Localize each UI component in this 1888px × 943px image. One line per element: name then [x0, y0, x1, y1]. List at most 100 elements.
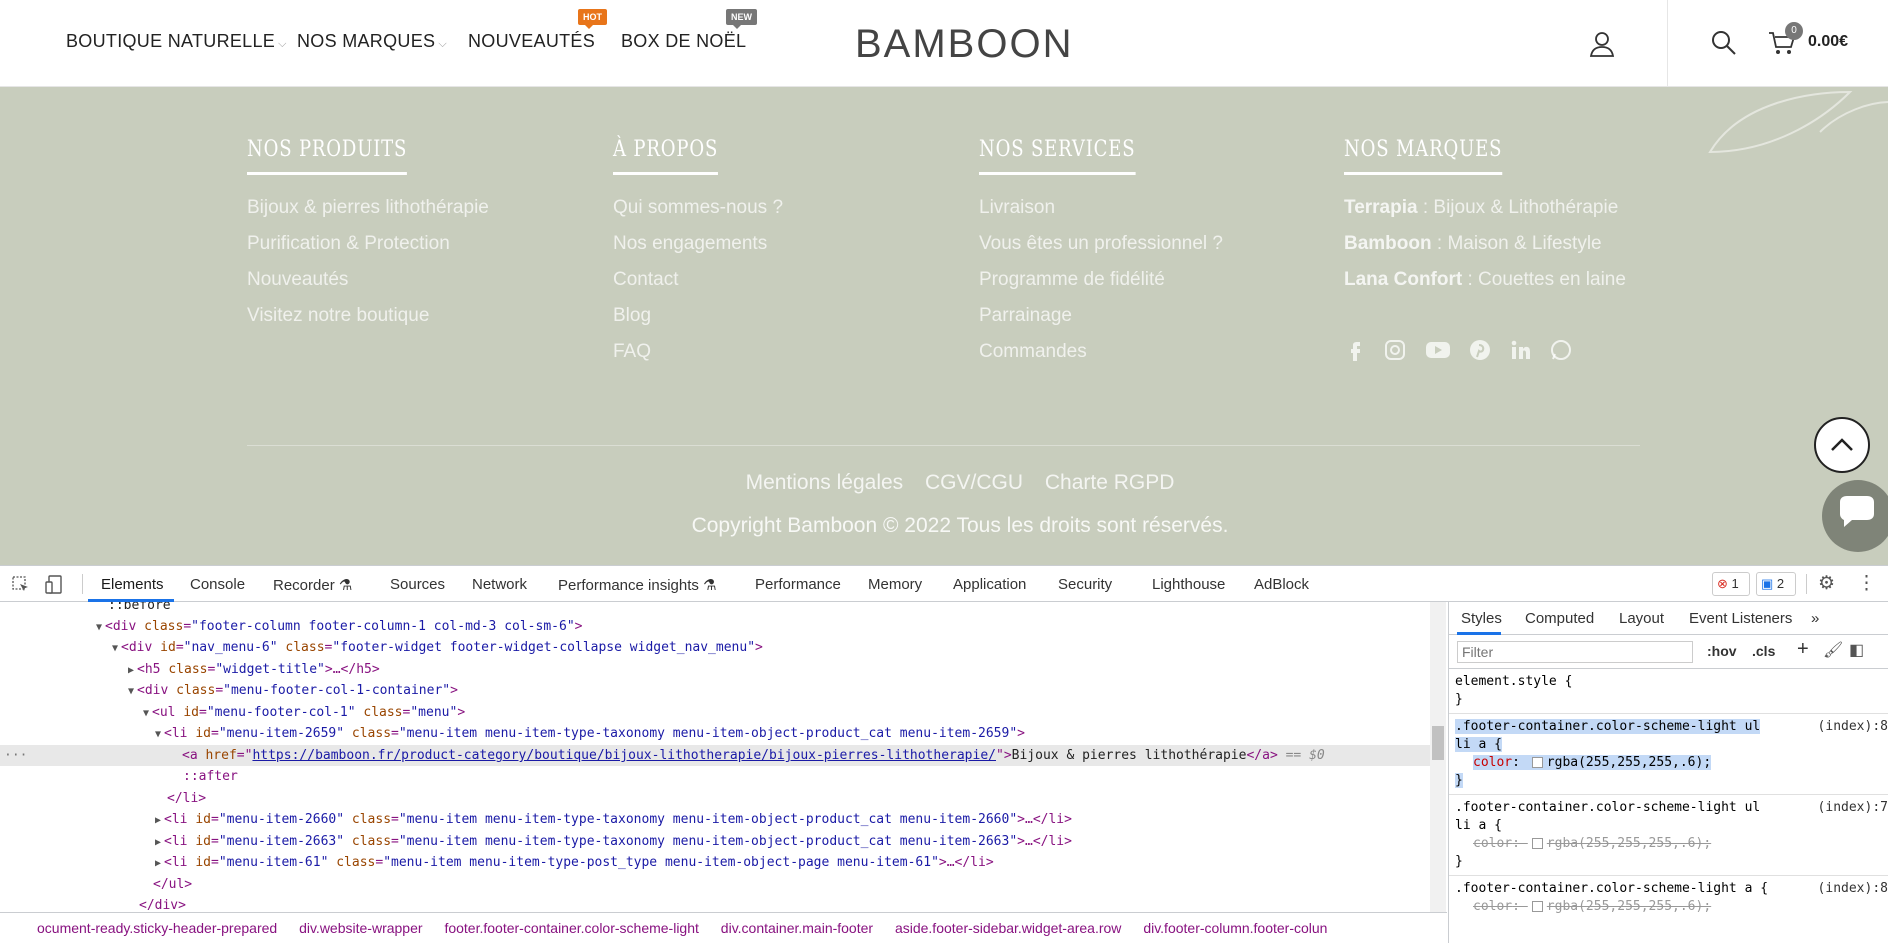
nav-nos-marques[interactable]: NOS MARQUES ⌵ — [297, 31, 447, 52]
footer-link[interactable]: Qui sommes-nous ? — [613, 197, 783, 233]
footer-link[interactable]: Visitez notre boutique — [247, 305, 489, 341]
tab-memory[interactable]: Memory — [868, 576, 922, 593]
tab-recorder[interactable]: Recorder ⚗ — [273, 576, 352, 594]
more-options-icon[interactable]: ⋮ — [1857, 572, 1876, 595]
dom-node[interactable]: ▼ <ul id="menu-footer-col-1" class="menu"… — [143, 702, 465, 723]
nav-boutique-naturelle[interactable]: BOUTIQUE NATURELLE ⌵ — [66, 31, 287, 52]
nav-nouveautes[interactable]: NOUVEAUTÉS — [468, 31, 595, 52]
nav-box-de-noel[interactable]: BOX DE NOËL — [621, 31, 746, 52]
site-logo[interactable]: BAMBOON — [855, 22, 1073, 67]
whatsapp-icon[interactable] — [1550, 339, 1572, 361]
breadcrumb-item[interactable]: div.website-wrapper — [299, 920, 422, 936]
color-swatch[interactable] — [1531, 757, 1543, 768]
hov-toggle[interactable]: :hov — [1707, 643, 1737, 659]
footer-link[interactable]: Vous êtes un professionnel ? — [979, 233, 1223, 269]
add-rule-icon[interactable]: + — [1797, 638, 1809, 661]
footer-link[interactable]: Livraison — [979, 197, 1223, 233]
footer-link[interactable]: Contact — [613, 269, 783, 305]
footer-link[interactable]: Purification & Protection — [247, 233, 489, 269]
rule-source-link[interactable]: (index):8 — [1818, 718, 1888, 736]
tab-console[interactable]: Console — [190, 576, 245, 593]
tab-elements[interactable]: Elements — [101, 576, 164, 593]
footer-brand-link[interactable]: Bamboon : Maison & Lifestyle — [1344, 233, 1626, 269]
dom-node[interactable]: ▼ <li id="menu-item-2659" class="menu-ite… — [155, 723, 1025, 744]
facebook-icon[interactable] — [1344, 339, 1366, 361]
breadcrumb-item[interactable]: div.container.main-footer — [721, 920, 873, 936]
css-property[interactable]: color — [1473, 755, 1512, 770]
dom-scrollbar-thumb[interactable] — [1432, 726, 1444, 760]
chat-widget-button[interactable] — [1822, 480, 1888, 552]
tab-lighthouse[interactable]: Lighthouse — [1152, 576, 1225, 593]
tab-network[interactable]: Network — [472, 576, 527, 593]
footer-brand-link[interactable]: Lana Confort : Couettes en laine — [1344, 269, 1626, 305]
styles-filter-input[interactable] — [1457, 641, 1693, 663]
search-icon[interactable] — [1711, 30, 1737, 56]
gear-icon[interactable]: ⚙ — [1818, 572, 1835, 595]
pinterest-icon[interactable] — [1469, 339, 1491, 361]
breadcrumb-item[interactable]: div.footer-column.footer-colun — [1143, 920, 1327, 936]
dom-node[interactable]: ▶ <h5 class="widget-title">…</h5> — [128, 659, 380, 680]
legal-link[interactable]: CGV/CGU — [925, 471, 1023, 494]
error-counter[interactable]: ⊗ 1 — [1712, 572, 1750, 596]
dom-node[interactable]: ::before — [108, 602, 171, 616]
breadcrumb-item[interactable]: ocument-ready.sticky-header-prepared — [37, 920, 277, 936]
linkedin-icon[interactable] — [1510, 339, 1532, 361]
legal-link[interactable]: Mentions légales — [746, 471, 904, 494]
footer-link[interactable]: FAQ — [613, 341, 783, 377]
dom-node[interactable]: ▼ <div class="menu-footer-col-1-container… — [128, 680, 458, 701]
color-swatch[interactable] — [1531, 901, 1543, 912]
tab-computed[interactable]: Computed — [1525, 610, 1594, 627]
inspect-element-icon[interactable] — [12, 576, 30, 594]
dom-node[interactable]: ▼ <div class="footer-column footer-column… — [96, 616, 582, 637]
breadcrumb-item[interactable]: footer.footer-container.color-scheme-lig… — [444, 920, 698, 936]
tab-layout[interactable]: Layout — [1619, 610, 1664, 627]
instagram-icon[interactable] — [1384, 339, 1406, 361]
footer-link[interactable]: Programme de fidélité — [979, 269, 1223, 305]
message-counter[interactable]: ▣ 2 — [1756, 572, 1796, 596]
css-property[interactable]: color — [1473, 899, 1512, 914]
more-tabs-icon[interactable]: » — [1811, 610, 1819, 627]
rule-source-link[interactable]: (index):7 — [1818, 799, 1888, 817]
css-value[interactable]: rgba(255,255,255,.6); — [1547, 836, 1711, 851]
footer-link[interactable]: Nouveautés — [247, 269, 489, 305]
dom-node[interactable]: ▶ <li id="menu-item-2663" class="menu-ite… — [155, 831, 1072, 852]
dom-node[interactable]: ▶ <li id="menu-item-2660" class="menu-ite… — [155, 809, 1072, 830]
device-toolbar-icon[interactable] — [45, 575, 63, 595]
css-rule[interactable]: .footer-container.color-scheme-light a {… — [1449, 876, 1888, 920]
color-swatch[interactable] — [1531, 838, 1543, 849]
css-rule[interactable]: .footer-container.color-scheme-light ul … — [1449, 714, 1888, 795]
rule-source-link[interactable]: (index):8 — [1818, 880, 1888, 898]
dom-node[interactable]: ::after — [183, 766, 238, 787]
cls-toggle[interactable]: .cls — [1752, 643, 1775, 659]
attr-link[interactable]: https://bamboon.fr/product-category/bout… — [252, 748, 996, 763]
dom-node[interactable]: </ul> — [153, 874, 192, 895]
youtube-icon[interactable] — [1425, 339, 1451, 361]
footer-link[interactable]: Blog — [613, 305, 783, 341]
dom-node[interactable]: ▶ <li id="menu-item-61" class="menu-item … — [155, 852, 994, 873]
footer-link[interactable]: Commandes — [979, 341, 1223, 377]
legal-link[interactable]: Charte RGPD — [1045, 471, 1175, 494]
tab-event-listeners[interactable]: Event Listeners — [1689, 610, 1792, 627]
css-value[interactable]: rgba(255,255,255,.6); — [1547, 899, 1711, 914]
element-style-rule[interactable]: element.style { } — [1449, 669, 1888, 714]
footer-link[interactable]: Bijoux & pierres lithothérapie — [247, 197, 489, 233]
dom-node[interactable]: </li> — [167, 788, 206, 809]
scroll-to-top-button[interactable] — [1814, 417, 1870, 473]
css-rule[interactable]: .footer-container.color-scheme-light ul … — [1449, 795, 1888, 876]
tab-sources[interactable]: Sources — [390, 576, 445, 593]
dom-node[interactable]: ▼ <div id="nav_menu-6" class="footer-widg… — [112, 637, 763, 658]
tab-security[interactable]: Security — [1058, 576, 1112, 593]
tab-styles[interactable]: Styles — [1461, 610, 1502, 627]
dom-node-selected[interactable]: ··· <a href="https://bamboon.fr/product-c… — [0, 745, 1430, 766]
sidebar-toggle-icon[interactable]: ◧ — [1849, 640, 1864, 660]
tab-adblock[interactable]: AdBlock — [1254, 576, 1309, 593]
dom-node[interactable]: </div> — [139, 895, 186, 912]
footer-link[interactable]: Nos engagements — [613, 233, 783, 269]
footer-link[interactable]: Parrainage — [979, 305, 1223, 341]
tab-application[interactable]: Application — [953, 576, 1026, 593]
user-account-icon[interactable] — [1588, 30, 1616, 58]
footer-brand-link[interactable]: Terrapia : Bijoux & Lithothérapie — [1344, 197, 1626, 233]
paint-brush-icon[interactable]: 🖌 — [1823, 640, 1843, 660]
tab-performance[interactable]: Performance — [755, 576, 841, 593]
cart-total[interactable]: 0.00€ — [1808, 33, 1848, 51]
